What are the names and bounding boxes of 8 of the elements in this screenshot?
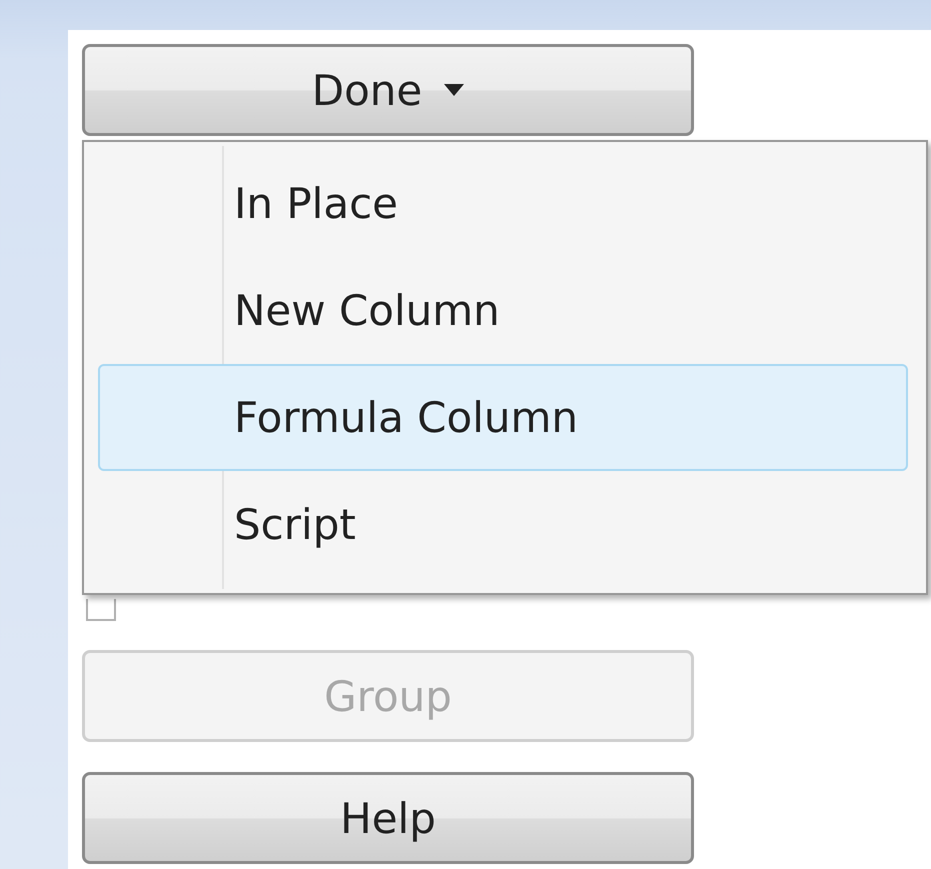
menu-item[interactable]: Formula Column [98, 364, 908, 471]
checkbox[interactable] [86, 599, 116, 621]
menu-item[interactable]: New Column [98, 257, 908, 364]
caret-icon [444, 84, 464, 96]
menu-item[interactable]: In Place [98, 150, 908, 257]
help-button[interactable]: Help [82, 772, 694, 864]
done-button[interactable]: Done [82, 44, 694, 136]
menu-item[interactable]: Script [98, 471, 908, 578]
